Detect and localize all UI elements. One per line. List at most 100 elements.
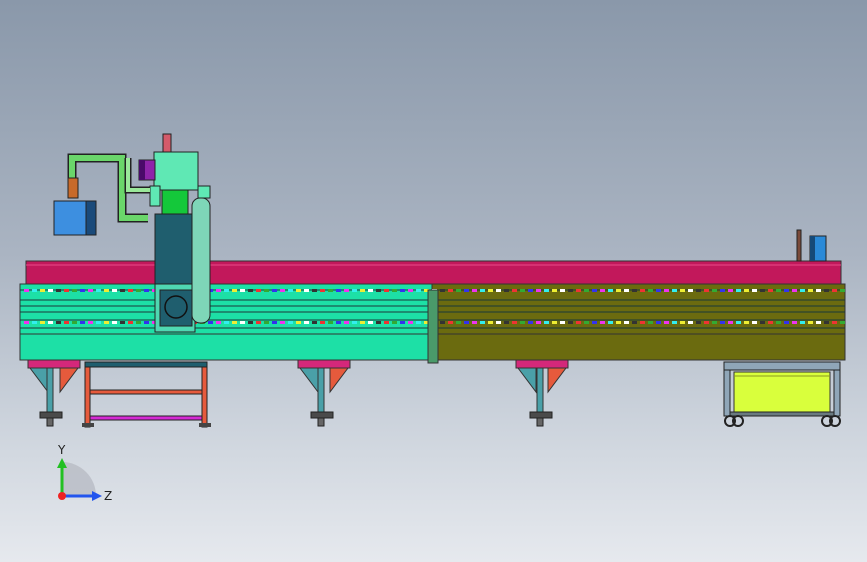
rack-tooth bbox=[32, 289, 37, 292]
rack-tooth bbox=[144, 289, 149, 292]
rack-tooth bbox=[552, 321, 557, 324]
rack-tooth bbox=[600, 321, 605, 324]
cad-viewport[interactable]: Y Z bbox=[0, 0, 867, 562]
rack-tooth bbox=[48, 289, 53, 292]
rack-tooth bbox=[456, 289, 461, 292]
rack-tooth bbox=[712, 289, 717, 292]
hose-coupling bbox=[67, 177, 79, 199]
rack-tooth bbox=[256, 321, 261, 324]
rack-tooth bbox=[800, 321, 805, 324]
rack-tooth bbox=[720, 321, 725, 324]
rack-tooth bbox=[112, 289, 117, 292]
rack-tooth bbox=[32, 321, 37, 324]
y-axis-label: Y bbox=[57, 443, 66, 457]
rack-tooth bbox=[408, 289, 413, 292]
rack-tooth bbox=[568, 289, 573, 292]
rack-tooth bbox=[680, 321, 685, 324]
rack-tooth bbox=[40, 321, 45, 324]
rack-tooth bbox=[688, 321, 693, 324]
rack-tooth bbox=[784, 321, 789, 324]
rack-tooth bbox=[448, 289, 453, 292]
rack-tooth bbox=[640, 289, 645, 292]
control-cart bbox=[723, 361, 841, 427]
rack-tooth bbox=[144, 321, 149, 324]
rack-tooth bbox=[64, 289, 69, 292]
rack-tooth bbox=[512, 289, 517, 292]
rack-tooth bbox=[416, 321, 421, 324]
rack-tooth bbox=[216, 289, 221, 292]
machine-model[interactable] bbox=[0, 0, 867, 562]
rack-tooth bbox=[488, 321, 493, 324]
rack-tooth bbox=[568, 321, 573, 324]
rack-tooth bbox=[816, 321, 821, 324]
rack-tooth bbox=[320, 321, 325, 324]
rack-tooth bbox=[336, 321, 341, 324]
rack-tooth bbox=[512, 321, 517, 324]
rack-tooth bbox=[376, 321, 381, 324]
rack-tooth bbox=[640, 321, 645, 324]
rack-tooth bbox=[80, 321, 85, 324]
rack-tooth bbox=[816, 289, 821, 292]
rack-tooth bbox=[496, 321, 501, 324]
rack-tooth bbox=[232, 321, 237, 324]
rack-tooth bbox=[752, 321, 757, 324]
rack-tooth bbox=[768, 321, 773, 324]
rack-tooth bbox=[624, 289, 629, 292]
rack-tooth bbox=[840, 321, 845, 324]
rack-tooth bbox=[320, 289, 325, 292]
rack-tooth bbox=[504, 289, 509, 292]
rack-tooth bbox=[208, 321, 213, 324]
rack-tooth bbox=[472, 321, 477, 324]
rack-tooth bbox=[520, 321, 525, 324]
rack-tooth bbox=[664, 289, 669, 292]
end-sensor bbox=[796, 229, 827, 262]
rack-tooth bbox=[496, 289, 501, 292]
rack-tooth bbox=[360, 321, 365, 324]
rack-tooth bbox=[616, 321, 621, 324]
rack-tooth bbox=[360, 289, 365, 292]
rack-tooth bbox=[560, 321, 565, 324]
rack-tooth bbox=[400, 321, 405, 324]
rack-tooth bbox=[368, 289, 373, 292]
rack-tooth bbox=[344, 289, 349, 292]
rack-tooth bbox=[576, 289, 581, 292]
rack-tooth bbox=[376, 289, 381, 292]
rack-tooth bbox=[464, 321, 469, 324]
rack-tooth bbox=[352, 289, 357, 292]
rack-tooth bbox=[656, 321, 661, 324]
rack-tooth bbox=[232, 289, 237, 292]
rack-tooth bbox=[696, 289, 701, 292]
z-axis-arrow bbox=[92, 491, 102, 501]
rack-tooth bbox=[136, 289, 141, 292]
rack-tooth bbox=[96, 289, 101, 292]
rack-tooth bbox=[480, 289, 485, 292]
rack-tooth bbox=[616, 289, 621, 292]
rack-tooth bbox=[768, 289, 773, 292]
rack-tooth bbox=[216, 321, 221, 324]
rack-tooth bbox=[632, 321, 637, 324]
rack-tooth bbox=[672, 321, 677, 324]
rack-tooth bbox=[128, 289, 133, 292]
rack-tooth bbox=[24, 321, 29, 324]
rack-tooth bbox=[528, 289, 533, 292]
frame-rail-right bbox=[431, 283, 846, 335]
rack-tooth bbox=[72, 321, 77, 324]
rack-tooth bbox=[336, 289, 341, 292]
rack-tooth bbox=[744, 289, 749, 292]
rack-tooth bbox=[824, 289, 829, 292]
rack-tooth bbox=[688, 289, 693, 292]
rack-tooth bbox=[280, 321, 285, 324]
rack-tooth bbox=[576, 321, 581, 324]
rack-tooth bbox=[248, 321, 253, 324]
rack-tooth bbox=[544, 289, 549, 292]
leg-stand-3 bbox=[515, 359, 569, 427]
rack-tooth bbox=[304, 289, 309, 292]
rack-tooth bbox=[480, 321, 485, 324]
rack-tooth bbox=[720, 289, 725, 292]
rack-tooth bbox=[56, 321, 61, 324]
rack-tooth bbox=[40, 289, 45, 292]
rack-tooth bbox=[64, 321, 69, 324]
rack-tooth bbox=[608, 289, 613, 292]
rack-tooth bbox=[584, 321, 589, 324]
rack-tooth bbox=[248, 289, 253, 292]
